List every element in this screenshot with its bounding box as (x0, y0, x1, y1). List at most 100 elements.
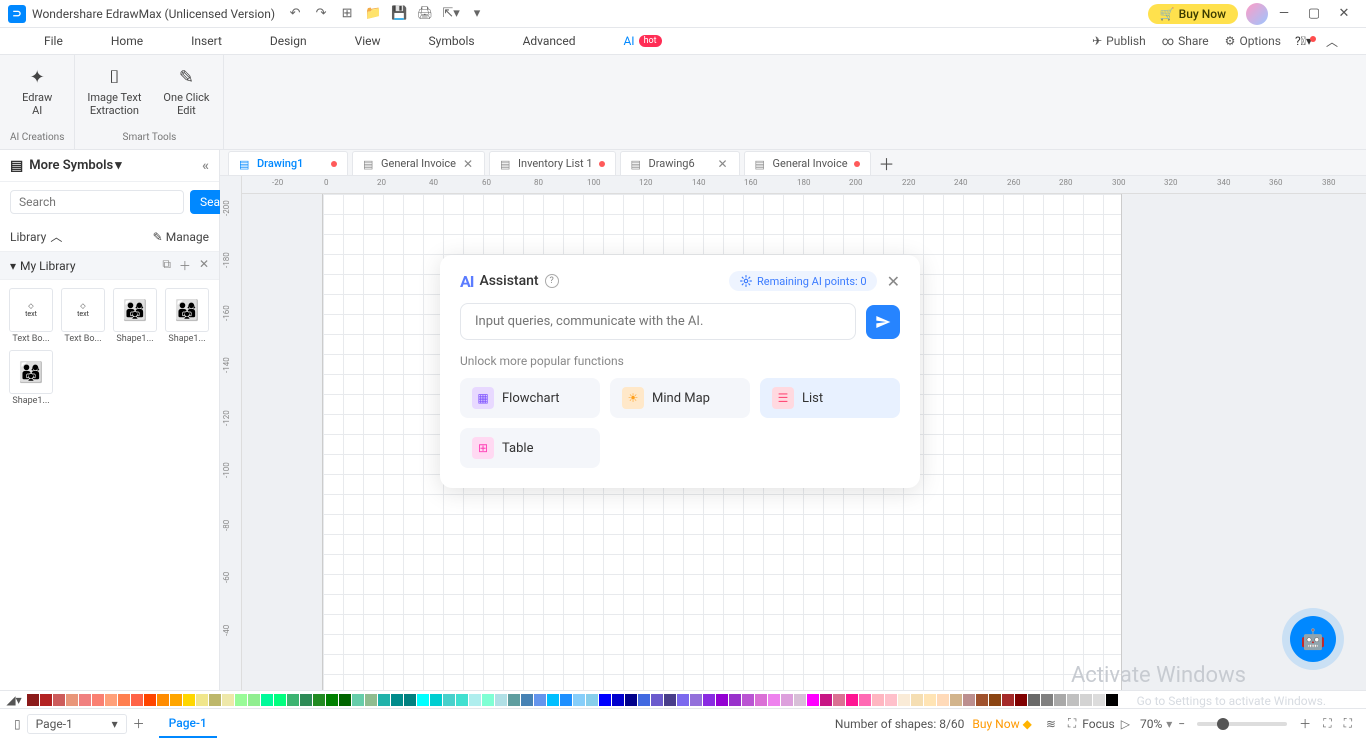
menu-design[interactable]: Design (246, 28, 331, 54)
layers-icon[interactable]: ≋ (1040, 717, 1062, 731)
color-swatch[interactable] (287, 694, 299, 706)
color-swatch[interactable] (820, 694, 832, 706)
color-swatch[interactable] (911, 694, 923, 706)
undo-icon[interactable]: ↶ (287, 6, 303, 22)
color-swatch[interactable] (482, 694, 494, 706)
color-swatch[interactable] (937, 694, 949, 706)
color-swatch[interactable] (417, 694, 429, 706)
color-swatch[interactable] (1093, 694, 1105, 706)
color-swatch[interactable] (144, 694, 156, 706)
library-row[interactable]: Library ︿ ✎ Manage (0, 222, 219, 251)
color-swatch[interactable] (209, 694, 221, 706)
avatar[interactable] (1246, 3, 1268, 25)
color-swatch[interactable] (1015, 694, 1027, 706)
color-swatch[interactable] (625, 694, 637, 706)
color-swatch[interactable] (183, 694, 195, 706)
color-swatch[interactable] (27, 694, 39, 706)
color-swatch[interactable] (768, 694, 780, 706)
fit-page-icon[interactable]: ⛶ (1317, 716, 1337, 731)
ai-send-button[interactable] (866, 305, 900, 339)
color-swatch[interactable] (495, 694, 507, 706)
color-swatch[interactable] (573, 694, 585, 706)
close-icon[interactable]: ✕ (199, 257, 209, 274)
color-swatch[interactable] (79, 694, 91, 706)
color-swatch[interactable] (729, 694, 741, 706)
doc-tab[interactable]: ▤ General Invoice (744, 151, 871, 175)
color-swatch[interactable] (469, 694, 481, 706)
color-swatch[interactable] (833, 694, 845, 706)
minimize-button[interactable]: — (1270, 4, 1298, 24)
color-swatch[interactable] (222, 694, 234, 706)
menu-file[interactable]: File (20, 28, 87, 54)
color-swatch[interactable] (521, 694, 533, 706)
color-swatch[interactable] (261, 694, 273, 706)
add-tab-button[interactable]: ＋ (875, 151, 899, 175)
color-swatch[interactable] (248, 694, 260, 706)
color-swatch[interactable] (235, 694, 247, 706)
publish-button[interactable]: ✈Publish (1084, 34, 1154, 48)
color-swatch[interactable] (794, 694, 806, 706)
edraw-ai-button[interactable]: ✦ Edraw AI (10, 63, 64, 119)
color-swatch[interactable] (378, 694, 390, 706)
close-tab-icon[interactable]: ✕ (717, 158, 729, 170)
image-text-extraction-button[interactable]: ⌷ Image Text Extraction (85, 63, 143, 119)
ai-chat-bubble[interactable]: 🤖 (1290, 616, 1336, 662)
external-icon[interactable]: ⧉ (162, 257, 171, 274)
menu-advanced[interactable]: Advanced (499, 28, 600, 54)
shape-item[interactable]: ◇textText Bo... (60, 288, 106, 344)
color-swatch[interactable] (716, 694, 728, 706)
my-library-row[interactable]: ▾ My Library ⧉ ＋ ✕ (0, 251, 219, 280)
color-swatch[interactable] (599, 694, 611, 706)
more-symbols-header[interactable]: ▤ More Symbols ▾ « (0, 150, 219, 182)
pages-panel-icon[interactable]: ▯ (8, 717, 27, 731)
color-swatch[interactable] (534, 694, 546, 706)
color-swatch[interactable] (105, 694, 117, 706)
buy-now-button[interactable]: 🛒 Buy Now (1148, 4, 1238, 24)
color-swatch[interactable] (40, 694, 52, 706)
color-swatch[interactable] (1106, 694, 1118, 706)
color-swatch[interactable] (989, 694, 1001, 706)
shape-item[interactable]: 👨‍👩‍👧Shape1... (8, 350, 54, 406)
color-swatch[interactable] (196, 694, 208, 706)
focus-mode-icon[interactable]: ⛶ (1062, 716, 1082, 731)
color-swatch[interactable] (703, 694, 715, 706)
color-swatch[interactable] (963, 694, 975, 706)
color-swatch[interactable] (872, 694, 884, 706)
color-swatch[interactable] (677, 694, 689, 706)
color-swatch[interactable] (131, 694, 143, 706)
color-swatch[interactable] (690, 694, 702, 706)
doc-tab[interactable]: ▤ Drawing1 (228, 151, 348, 175)
share-button[interactable]: ∞Share (1154, 34, 1217, 48)
ai-func-flowchart[interactable]: ▦ Flowchart (460, 378, 600, 418)
color-swatch[interactable] (508, 694, 520, 706)
color-swatch[interactable] (274, 694, 286, 706)
color-swatch[interactable] (118, 694, 130, 706)
more-icon[interactable]: ▾ (469, 6, 485, 22)
ai-close-icon[interactable]: ✕ (887, 272, 900, 291)
close-tab-icon[interactable]: ✕ (462, 158, 474, 170)
color-swatch[interactable] (404, 694, 416, 706)
color-swatch[interactable] (638, 694, 650, 706)
color-swatch[interactable] (976, 694, 988, 706)
color-swatch[interactable] (924, 694, 936, 706)
color-swatch[interactable] (1028, 694, 1040, 706)
color-swatch[interactable] (547, 694, 559, 706)
doc-tab[interactable]: ▤ Drawing6 ✕ (620, 151, 740, 175)
manage-library-button[interactable]: ✎ Manage (153, 230, 209, 244)
menu-symbols[interactable]: Symbols (405, 28, 499, 54)
color-swatch[interactable] (352, 694, 364, 706)
zoom-in-icon[interactable]: ＋ (1293, 715, 1317, 732)
color-swatch[interactable] (443, 694, 455, 706)
color-swatch[interactable] (1041, 694, 1053, 706)
color-swatch[interactable] (339, 694, 351, 706)
color-swatch[interactable] (157, 694, 169, 706)
open-icon[interactable]: 📁 (365, 6, 381, 22)
color-swatch[interactable] (885, 694, 897, 706)
ai-func-mindmap[interactable]: ☀ Mind Map (610, 378, 750, 418)
color-swatch[interactable] (807, 694, 819, 706)
doc-tab[interactable]: ▤ General Invoice ✕ (352, 151, 485, 175)
color-swatch[interactable] (365, 694, 377, 706)
color-swatch[interactable] (586, 694, 598, 706)
menu-insert[interactable]: Insert (167, 28, 246, 54)
menu-ai[interactable]: AI hot (599, 28, 685, 54)
